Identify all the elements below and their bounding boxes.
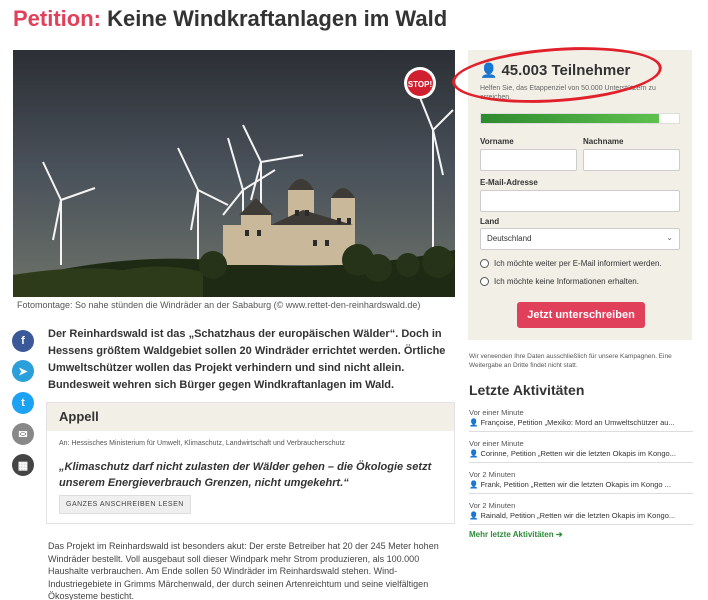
activity-time: Vor einer Minute	[469, 408, 524, 417]
telegram-share-icon[interactable]: ➤	[12, 360, 34, 382]
radio-newsletter-no[interactable]: Ich möchte keine Informationen erhalten.	[480, 277, 685, 286]
firstname-input[interactable]	[480, 149, 577, 171]
radio-no-label: Ich möchte keine Informationen erhalten.	[494, 277, 639, 286]
activity-who: 👤 Rainald, Petition „Retten wir die letz…	[469, 511, 676, 520]
country-value: Deutschland	[487, 234, 532, 243]
stop-badge-text: STOP!	[408, 80, 432, 89]
signup-panel: 👤 45.003 Teilnehmer Helfen Sie, das Etapp…	[468, 50, 692, 340]
page-title: Petition: Keine Windkraftanlagen im Wald	[13, 6, 447, 32]
hero-caption: Fotomontage: So nahe stünden die Windräd…	[17, 300, 421, 310]
lastname-input[interactable]	[583, 149, 680, 171]
title-main: Keine Windkraftanlagen im Wald	[107, 6, 448, 31]
lastname-label: Nachname	[583, 137, 624, 146]
radio-yes-label: Ich möchte weiter per E-Mail informiert …	[494, 259, 662, 268]
appeal-box: Appell An: Hessisches Ministerium für Um…	[46, 402, 455, 524]
activity-who: 👤 Corinne, Petition „Retten wir die letz…	[469, 449, 676, 458]
country-label: Land	[480, 217, 500, 226]
sign-button[interactable]: Jetzt unterschreiben	[517, 302, 645, 328]
twitter-share-icon[interactable]: t	[12, 392, 34, 414]
activity-text: Françoise, Petition „Mexiko: Mord an Umw…	[480, 418, 675, 427]
qr-code-icon[interactable]: ▦	[12, 454, 34, 476]
activity-item: Vor einer Minute 👤 Corinne, Petition „Re…	[469, 439, 693, 463]
participant-count-text: 45.003 Teilnehmer	[501, 62, 631, 79]
title-accent: Petition:	[13, 6, 101, 31]
progress-bar	[480, 113, 680, 124]
radio-newsletter-yes[interactable]: Ich möchte weiter per E-Mail informiert …	[480, 259, 685, 268]
intro-text: Der Reinhardswald ist das „Schatzhaus de…	[48, 328, 446, 391]
activity-who: 👤 Françoise, Petition „Mexiko: Mord an U…	[469, 418, 675, 427]
appeal-quote: „Klimaschutz darf nicht zulasten der Wäl…	[59, 461, 432, 489]
facebook-share-icon[interactable]: f	[12, 330, 34, 352]
email-input[interactable]	[480, 190, 680, 212]
appeal-heading: Appell	[47, 403, 454, 431]
radio-icon[interactable]	[480, 259, 489, 268]
activity-item: Vor einer Minute 👤 Françoise, Petition „…	[469, 408, 693, 432]
privacy-note: Wir verwenden Ihre Daten ausschließlich …	[469, 353, 672, 369]
activity-text: Frank, Petition „Retten wir die letzten …	[480, 480, 671, 489]
firstname-label: Vorname	[480, 137, 514, 146]
country-select[interactable]: Deutschland ⌄	[480, 228, 680, 250]
hero-image: STOP!	[13, 50, 455, 297]
email-label: E-Mail-Adresse	[480, 178, 538, 187]
person-icon: 👤	[480, 62, 498, 78]
activity-who: 👤 Frank, Petition „Retten wir die letzte…	[469, 480, 671, 489]
activity-time: Vor 2 Minuten	[469, 501, 516, 510]
activity-time: Vor einer Minute	[469, 439, 524, 448]
participant-count: 👤 45.003 Teilnehmer	[480, 62, 630, 79]
activities-title: Letzte Aktivitäten	[469, 382, 585, 398]
email-share-icon[interactable]: ✉	[12, 423, 34, 445]
radio-icon[interactable]	[480, 277, 489, 286]
activity-text: Rainald, Petition „Retten wir die letzte…	[480, 511, 676, 520]
goal-text: Helfen Sie, das Etappenziel von 50.000 U…	[480, 85, 656, 101]
progress-fill	[481, 114, 660, 123]
activity-item: Vor 2 Minuten 👤 Rainald, Petition „Rette…	[469, 501, 693, 525]
activity-time: Vor 2 Minuten	[469, 470, 516, 479]
body-text: Das Projekt im Reinhardswald ist besonde…	[48, 541, 439, 600]
more-activities-link[interactable]: Mehr letzte Aktivitäten ➔	[469, 530, 563, 539]
appeal-recipient: An: Hessisches Ministerium für Umwelt, K…	[59, 440, 345, 447]
activity-text: Corinne, Petition „Retten wir die letzte…	[480, 449, 676, 458]
read-full-letter-button[interactable]: GANZES ANSCHREIBEN LESEN	[59, 495, 191, 514]
activity-item: Vor 2 Minuten 👤 Frank, Petition „Retten …	[469, 470, 693, 494]
chevron-down-icon: ⌄	[666, 233, 673, 242]
